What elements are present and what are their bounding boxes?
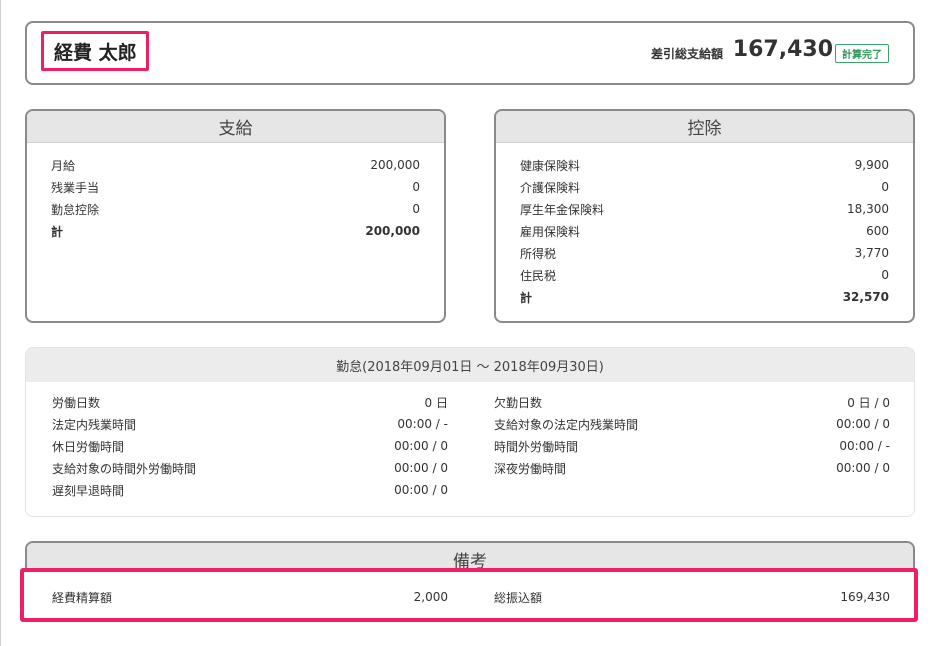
deduction-row: 厚生年金保険料 18,300 <box>520 198 889 220</box>
attendance-row: 法定内残業時間 00:00 / - <box>52 413 448 435</box>
expense-value: 2,000 <box>413 590 448 604</box>
attendance-panel: 勤怠(2018年09月01日 〜 2018年09月30日) 労働日数 0 日 法… <box>25 347 915 517</box>
attendance-value: 00:00 / - <box>397 417 448 431</box>
deductions-title: 控除 <box>496 111 913 143</box>
deduction-row: 住民税 0 <box>520 264 889 286</box>
expense-row: 経費精算額 2,000 <box>52 587 448 607</box>
deduction-value: 3,770 <box>854 246 889 260</box>
payment-total-value: 200,000 <box>365 224 420 238</box>
attendance-row: 労働日数 0 日 <box>52 391 448 413</box>
deduction-row: 雇用保険料 600 <box>520 220 889 242</box>
payment-label: 月給 <box>51 158 76 173</box>
deduction-value: 0 <box>881 180 889 194</box>
attendance-value: 0 日 <box>424 395 448 410</box>
deduction-value: 600 <box>866 224 889 238</box>
attendance-row: 支給対象の法定内残業時間 00:00 / 0 <box>494 413 890 435</box>
deduction-label: 健康保険料 <box>520 158 581 173</box>
deduction-total-label: 計 <box>520 290 533 305</box>
deduction-total-row: 計 32,570 <box>520 286 889 308</box>
deduction-value: 0 <box>881 268 889 282</box>
payment-row: 勤怠控除 0 <box>51 198 420 220</box>
payment-value: 200,000 <box>370 158 420 172</box>
attendance-label: 遅刻早退時間 <box>52 483 125 498</box>
attendance-value: 00:00 / 0 <box>394 439 448 453</box>
status-badge: 計算完了 <box>835 44 889 63</box>
transfer-summary-highlight: 経費精算額 2,000 総振込額 169,430 <box>20 568 918 622</box>
attendance-label: 休日労働時間 <box>52 439 125 454</box>
window-edge <box>0 0 1 646</box>
deduction-label: 所得税 <box>520 246 557 261</box>
attendance-row: 遅刻早退時間 00:00 / 0 <box>52 479 448 501</box>
attendance-label: 欠勤日数 <box>494 395 543 410</box>
transfer-label: 総振込額 <box>494 590 543 605</box>
payment-label: 勤怠控除 <box>51 202 100 217</box>
employee-name: 経費 太郎 <box>41 31 149 71</box>
payment-value: 0 <box>412 202 420 216</box>
payment-label: 残業手当 <box>51 180 100 195</box>
attendance-value: 00:00 / 0 <box>394 483 448 497</box>
expense-label: 経費精算額 <box>52 590 113 605</box>
payments-panel: 支給 月給 200,000 残業手当 0 勤怠控除 0 計 200,000 <box>25 109 446 323</box>
attendance-value: 00:00 / - <box>839 439 890 453</box>
payslip-header: 経費 太郎 差引総支給額 167,430 計算完了 <box>25 21 915 85</box>
net-pay-amount: 167,430 <box>732 37 833 62</box>
attendance-row: 時間外労働時間 00:00 / - <box>494 435 890 457</box>
deduction-value: 9,900 <box>854 158 889 172</box>
attendance-label: 支給対象の法定内残業時間 <box>494 417 639 432</box>
payments-title: 支給 <box>27 111 444 143</box>
attendance-label: 労働日数 <box>52 395 101 410</box>
attendance-row: 欠勤日数 0 日 / 0 <box>494 391 890 413</box>
deductions-panel: 控除 健康保険料 9,900 介護保険料 0 厚生年金保険料 18,300 雇用… <box>494 109 915 323</box>
attendance-label: 時間外労働時間 <box>494 439 579 454</box>
deduction-label: 雇用保険料 <box>520 224 581 239</box>
deduction-value: 18,300 <box>847 202 889 216</box>
payment-value: 0 <box>412 180 420 194</box>
payment-row: 残業手当 0 <box>51 176 420 198</box>
attendance-row: 深夜労働時間 00:00 / 0 <box>494 457 890 479</box>
deduction-label: 介護保険料 <box>520 180 581 195</box>
deduction-label: 住民税 <box>520 268 557 283</box>
attendance-value: 0 日 / 0 <box>847 395 890 410</box>
attendance-title: 勤怠(2018年09月01日 〜 2018年09月30日) <box>26 348 914 382</box>
attendance-label: 支給対象の時間外労働時間 <box>52 461 197 476</box>
net-pay-label: 差引総支給額 <box>650 47 723 61</box>
deduction-total-value: 32,570 <box>842 290 889 304</box>
attendance-label: 法定内残業時間 <box>52 417 137 432</box>
payment-total-label: 計 <box>51 224 64 239</box>
attendance-row: 支給対象の時間外労働時間 00:00 / 0 <box>52 457 448 479</box>
deduction-row: 所得税 3,770 <box>520 242 889 264</box>
deduction-row: 介護保険料 0 <box>520 176 889 198</box>
payment-total-row: 計 200,000 <box>51 220 420 242</box>
attendance-value: 00:00 / 0 <box>836 417 890 431</box>
transfer-row: 総振込額 169,430 <box>494 587 890 607</box>
transfer-value: 169,430 <box>840 590 890 604</box>
attendance-label: 深夜労働時間 <box>494 461 567 476</box>
payment-row: 月給 200,000 <box>51 154 420 176</box>
attendance-value: 00:00 / 0 <box>836 461 890 475</box>
deduction-row: 健康保険料 9,900 <box>520 154 889 176</box>
attendance-value: 00:00 / 0 <box>394 461 448 475</box>
attendance-row: 休日労働時間 00:00 / 0 <box>52 435 448 457</box>
deduction-label: 厚生年金保険料 <box>520 202 605 217</box>
